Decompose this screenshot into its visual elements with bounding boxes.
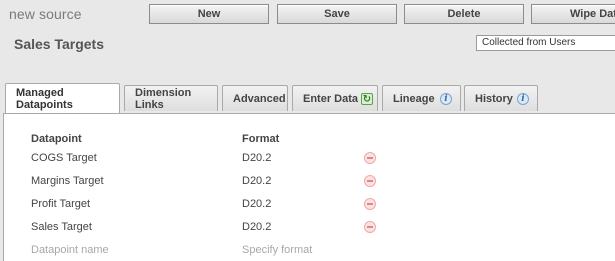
tab-enter-data[interactable]: Enter Data ↻ xyxy=(292,85,378,111)
table-row: COGS Target D20.2 xyxy=(4,152,615,172)
tab-label: Enter Data xyxy=(303,92,359,105)
page-title: Sales Targets xyxy=(14,36,105,52)
datapoint-format[interactable]: D20.2 xyxy=(242,221,271,233)
datapoint-format[interactable]: D20.2 xyxy=(242,198,271,210)
remove-icon[interactable] xyxy=(364,152,376,164)
table-row: Sales Target D20.2 xyxy=(4,221,615,241)
tab-dimension-links[interactable]: Dimension Links xyxy=(124,85,218,111)
info-icon: i xyxy=(440,93,452,105)
tab-strip: Managed Datapoints Dimension Links Advan… xyxy=(3,83,615,113)
datapoint-name[interactable]: Margins Target xyxy=(31,175,104,187)
header-bar: new source Sales Targets New Save Delete… xyxy=(0,0,615,78)
datapoints-panel: Datapoint Format COGS Target D20.2 Margi… xyxy=(3,113,615,261)
tab-label: History xyxy=(475,92,513,105)
tab-label: Dimension Links xyxy=(135,86,192,111)
refresh-icon: ↻ xyxy=(361,93,373,105)
tab-label: Lineage xyxy=(393,92,435,105)
tab-lineage[interactable]: Lineage i xyxy=(382,85,461,111)
tab-label: Managed Datapoints xyxy=(16,86,73,111)
wipe-data-button[interactable]: Wipe Data xyxy=(531,4,615,24)
delete-button[interactable]: Delete xyxy=(404,4,524,24)
datapoint-format[interactable]: D20.2 xyxy=(242,152,271,164)
save-button[interactable]: Save xyxy=(277,4,397,24)
datapoint-name[interactable]: Sales Target xyxy=(31,221,92,233)
tab-managed-datapoints[interactable]: Managed Datapoints xyxy=(5,83,120,113)
datapoint-name[interactable]: Profit Target xyxy=(31,198,90,210)
table-row: Profit Target D20.2 xyxy=(4,198,615,218)
collection-type-select[interactable]: Collected from Users xyxy=(476,35,615,51)
remove-icon[interactable] xyxy=(364,198,376,210)
tab-advanced[interactable]: Advanced xyxy=(222,85,288,111)
info-icon: i xyxy=(517,93,529,105)
column-header-format: Format xyxy=(242,133,280,145)
remove-icon[interactable] xyxy=(364,175,376,187)
datapoint-name[interactable]: COGS Target xyxy=(31,152,97,164)
datapoint-name-input[interactable]: Datapoint name xyxy=(31,244,109,256)
datapoint-format[interactable]: D20.2 xyxy=(242,175,271,187)
source-name: new source xyxy=(9,6,82,22)
tab-label: Advanced xyxy=(233,92,286,105)
column-header-datapoint: Datapoint xyxy=(31,133,82,145)
new-datapoint-row: Datapoint name Specify format xyxy=(4,244,615,261)
remove-icon[interactable] xyxy=(364,221,376,233)
tab-history[interactable]: History i xyxy=(464,85,538,111)
new-button[interactable]: New xyxy=(149,4,269,24)
table-row: Margins Target D20.2 xyxy=(4,175,615,195)
format-input[interactable]: Specify format xyxy=(242,244,312,256)
